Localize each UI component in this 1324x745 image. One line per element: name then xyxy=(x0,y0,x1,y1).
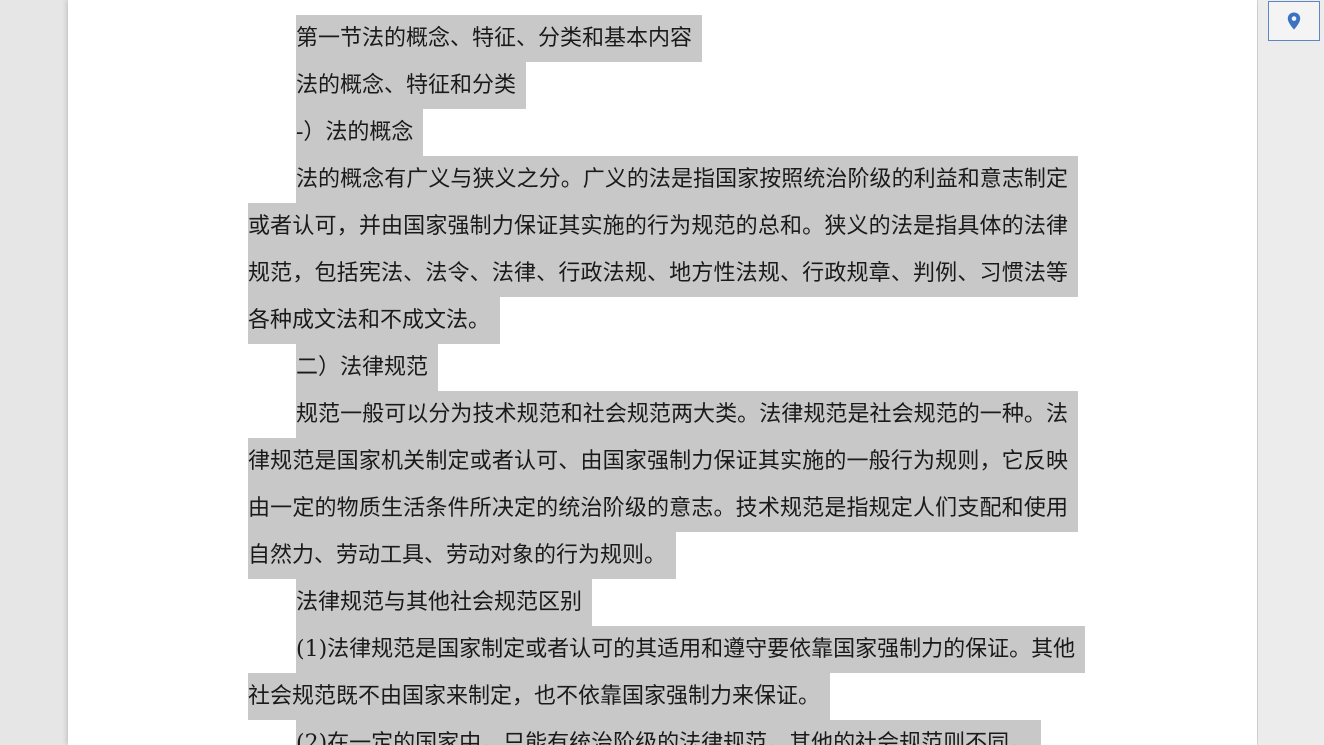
highlighted-text: 法的概念、特征和分类 xyxy=(296,62,527,109)
location-pin-button[interactable] xyxy=(1268,1,1320,41)
body-paragraph: 规范一般可以分为技术规范和社会规范两大类。法律规范是社会规范的一种。法律规范是国… xyxy=(248,391,1078,579)
document-viewer: 第一节法的概念、特征、分类和基本内容 法的概念、特征和分类 -）法的概念 法的概… xyxy=(0,0,1324,745)
highlighted-text: -）法的概念 xyxy=(296,109,424,156)
item-heading: -）法的概念 xyxy=(248,109,1078,156)
highlighted-text: 法的概念有广义与狭义之分。广义的法是指国家按照统治阶级的利益和意志制定或者认可，… xyxy=(248,156,1078,344)
body-paragraph: (1)法律规范是国家制定或者认可的其适用和遵守要依靠国家强制力的保证。其他社会规… xyxy=(248,626,1086,720)
highlighted-text: 第一节法的概念、特征、分类和基本内容 xyxy=(296,15,703,62)
body-paragraph: 法的概念有广义与狭义之分。广义的法是指国家按照统治阶级的利益和意志制定或者认可，… xyxy=(248,156,1078,344)
subsection-heading: 法的概念、特征和分类 xyxy=(248,62,1078,109)
highlighted-text: (2)在一定的国家中，只能有统治阶级的法律规范，其他的社会规范则不同， xyxy=(296,720,1042,745)
document-body[interactable]: 第一节法的概念、特征、分类和基本内容 法的概念、特征和分类 -）法的概念 法的概… xyxy=(248,15,1086,745)
highlighted-text: (1)法律规范是国家制定或者认可的其适用和遵守要依靠国家强制力的保证。其他社会规… xyxy=(248,626,1086,720)
body-paragraph: (2)在一定的国家中，只能有统治阶级的法律规范，其他的社会规范则不同， xyxy=(248,720,1078,745)
item-heading: 法律规范与其他社会规范区别 xyxy=(248,579,1078,626)
item-heading: 二）法律规范 xyxy=(248,344,1078,391)
section-heading: 第一节法的概念、特征、分类和基本内容 xyxy=(248,15,1078,62)
highlighted-text: 法律规范与其他社会规范区别 xyxy=(296,579,593,626)
highlighted-text: 规范一般可以分为技术规范和社会规范两大类。法律规范是社会规范的一种。法律规范是国… xyxy=(248,391,1078,579)
location-pin-icon xyxy=(1287,12,1301,30)
right-sidebar xyxy=(1258,0,1324,745)
highlighted-text: 二）法律规范 xyxy=(296,344,439,391)
